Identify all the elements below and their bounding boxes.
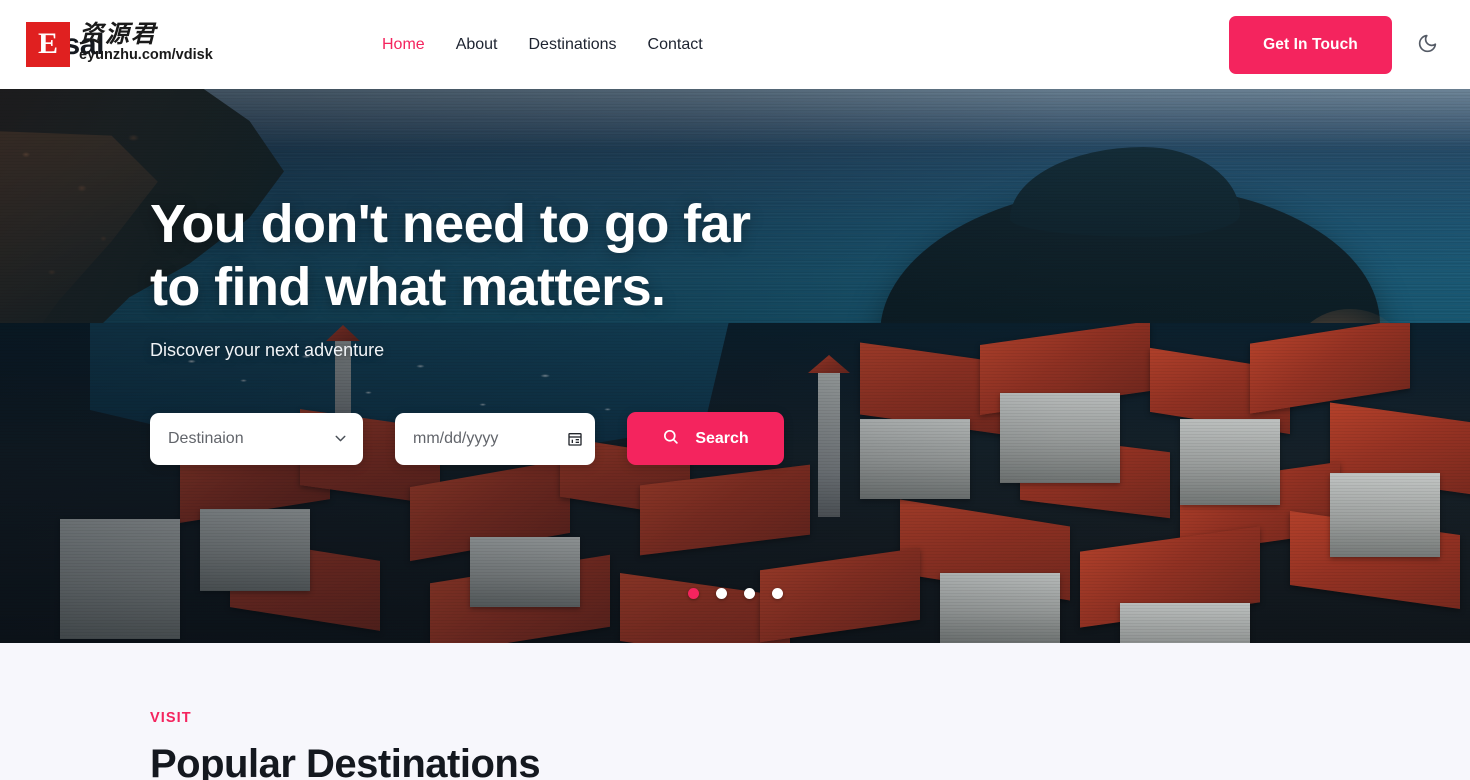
hero-title: You don't need to go far to find what ma… bbox=[150, 194, 751, 317]
date-input-placeholder: mm/dd/yyyy bbox=[413, 429, 499, 447]
hero-carousel: You don't need to go far to find what ma… bbox=[0, 89, 1470, 643]
carousel-dot-2[interactable] bbox=[715, 588, 727, 599]
search-button-label: Search bbox=[695, 429, 749, 447]
hero-content: You don't need to go far to find what ma… bbox=[150, 193, 1050, 465]
site-header: ersal E 资源君 eyunzhu.com/vdisk Home About… bbox=[0, 0, 1470, 89]
search-icon bbox=[662, 428, 679, 450]
date-input[interactable]: mm/dd/yyyy bbox=[395, 412, 595, 465]
hero-subtitle: Discover your next adventure bbox=[150, 340, 385, 360]
brand-logo[interactable]: ersal E 资源君 eyunzhu.com/vdisk bbox=[26, 15, 326, 75]
get-in-touch-button[interactable]: Get In Touch bbox=[1229, 15, 1392, 74]
calendar-icon[interactable] bbox=[567, 431, 583, 447]
main-nav: Home About Destinations Contact bbox=[382, 36, 703, 54]
carousel-dots bbox=[0, 588, 1470, 599]
nav-item-home[interactable]: Home bbox=[382, 36, 425, 54]
page-root: ersal E 资源君 eyunzhu.com/vdisk Home About… bbox=[0, 0, 1470, 780]
carousel-dot-4[interactable] bbox=[771, 588, 783, 599]
search-button[interactable]: Search bbox=[627, 412, 784, 465]
carousel-dot-1[interactable] bbox=[687, 588, 699, 599]
theme-toggle-button[interactable] bbox=[1410, 28, 1444, 62]
nav-item-about[interactable]: About bbox=[456, 36, 498, 54]
carousel-dot-3[interactable] bbox=[743, 588, 755, 599]
chevron-down-icon bbox=[332, 430, 349, 447]
destination-select[interactable]: Destinaion bbox=[150, 412, 363, 465]
hero-search-bar: Destinaion mm/dd/yyyy Search bbox=[150, 412, 1050, 465]
brand-name: ersal bbox=[36, 27, 105, 61]
nav-item-destinations[interactable]: Destinations bbox=[529, 36, 617, 54]
moon-icon bbox=[1417, 33, 1438, 57]
section-title: Popular Destinations bbox=[150, 742, 541, 780]
destination-select-value: Destinaion bbox=[168, 429, 244, 447]
nav-item-contact[interactable]: Contact bbox=[648, 36, 703, 54]
popular-destinations-section: VISIT Popular Destinations bbox=[0, 643, 1470, 780]
header-actions: Get In Touch bbox=[1229, 15, 1444, 74]
section-eyebrow: VISIT bbox=[150, 710, 192, 726]
